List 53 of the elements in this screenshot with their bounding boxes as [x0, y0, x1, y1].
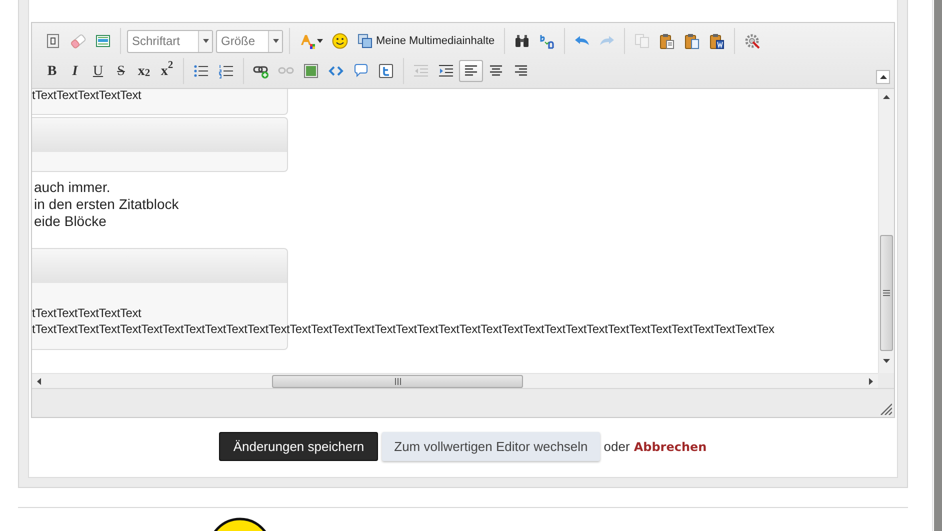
gear-icon — [744, 33, 760, 49]
media-stack-icon — [357, 33, 373, 49]
bold-button[interactable]: B — [41, 60, 63, 82]
image-icon — [303, 63, 319, 79]
clipboard-page-icon — [684, 33, 700, 49]
bulleted-list-icon — [193, 63, 209, 79]
up-triangle-icon — [880, 75, 886, 79]
clipboard-icon — [658, 33, 675, 49]
collapse-toolbar-button[interactable] — [876, 70, 890, 84]
full-editor-button[interactable]: Zum vollwertigen Editor wechseln — [382, 432, 600, 461]
subscript-button[interactable]: x$_{2}$ — [133, 60, 155, 82]
or-text: oder — [604, 438, 630, 456]
resize-grip-icon[interactable] — [880, 403, 892, 415]
outdent-icon — [413, 63, 429, 79]
underline-button[interactable]: U — [87, 60, 109, 82]
strikethrough-button[interactable]: S — [110, 60, 132, 82]
copy-icon — [634, 33, 650, 49]
scrollbar-thumb[interactable] — [880, 235, 893, 351]
left-arrow-icon — [37, 378, 41, 384]
smiley-icon — [332, 33, 348, 49]
binoculars-icon — [514, 33, 530, 49]
numbered-list-icon — [218, 63, 234, 79]
link-icon — [253, 63, 269, 79]
replace-icon — [538, 33, 555, 49]
grip-icon — [394, 378, 400, 384]
quote-text: tTextTextTextTextText — [32, 305, 142, 321]
align-left-button[interactable] — [459, 60, 483, 82]
caret-icon — [202, 39, 208, 43]
paragraph-text: auch immer. in den ersten Zitatblock eide Blöcke — [33, 179, 179, 230]
multimedia-button[interactable]: Meine Multimediainhalte — [353, 30, 499, 52]
dropdown-field[interactable]: Größe — [216, 30, 283, 52]
italic-button[interactable]: I — [64, 60, 86, 82]
speech-bubble-icon — [353, 63, 369, 79]
quote-text: tTextTextTextTextText — [32, 89, 142, 103]
dropdown-field[interactable]: Schriftart — [127, 30, 213, 52]
indent-icon — [438, 63, 454, 79]
template-icon — [45, 33, 61, 49]
scrollbar-thumb[interactable] — [272, 374, 523, 388]
vertical-scrollbar[interactable] — [878, 89, 894, 373]
cancel-link[interactable]: Abbrechen — [634, 438, 707, 456]
grip-icon — [883, 290, 890, 296]
quote-text: tTextTextTextTextTextTextTextTextTextTextTextTextTextTextTextTextTextTextTextTextTextTextTextTextTextTextTextTextTextTextTextTextTextTextTex — [32, 321, 774, 337]
caret-icon — [317, 39, 323, 43]
save-changes-button[interactable]: Änderungen speichern — [219, 432, 378, 461]
caret-icon — [272, 39, 278, 43]
right-arrow-icon — [869, 378, 873, 384]
superscript-button[interactable]: x$^{2}$ — [156, 60, 178, 82]
clipboard-document-icon — [708, 33, 725, 49]
text-color-icon — [299, 33, 315, 49]
down-arrow-icon — [883, 359, 890, 363]
horizontal-scrollbar[interactable] — [32, 373, 878, 388]
up-arrow-icon — [883, 95, 890, 99]
panel-icon — [95, 33, 111, 49]
